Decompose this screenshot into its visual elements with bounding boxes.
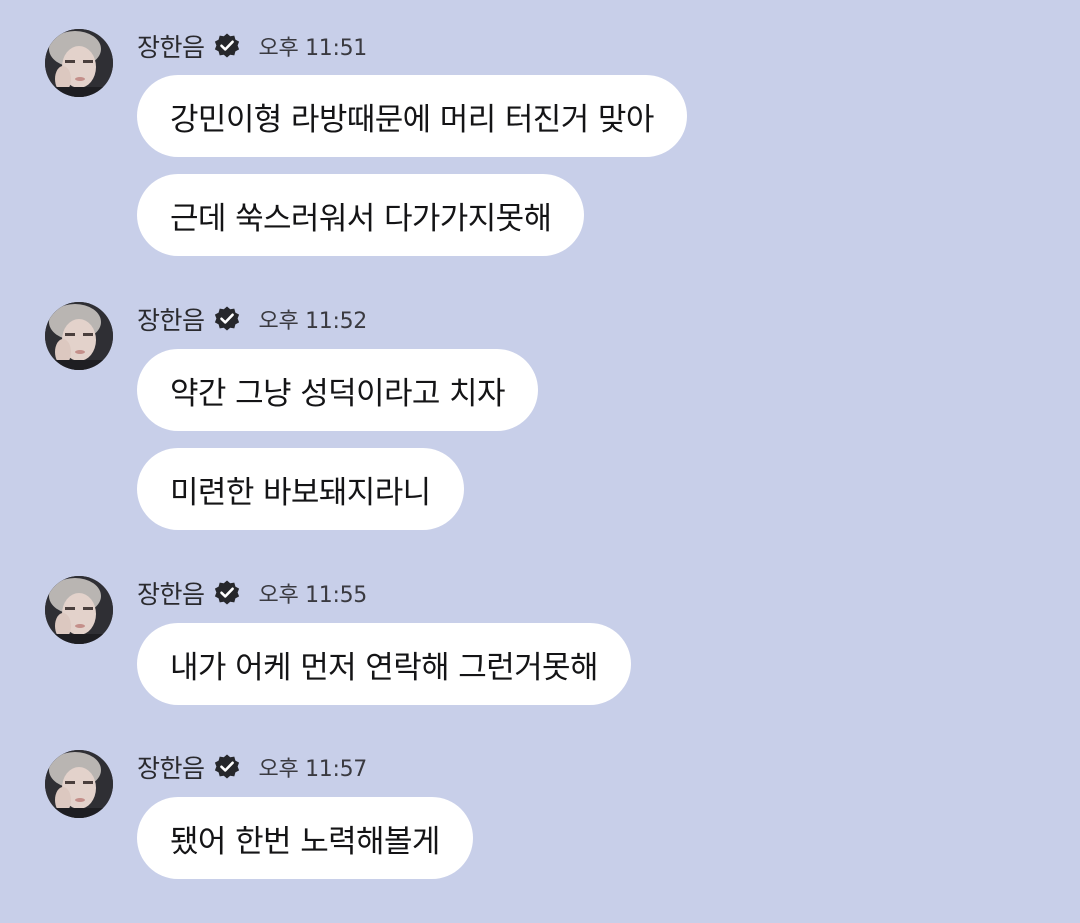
avatar[interactable] <box>45 576 113 644</box>
message-text: 미련한 바보돼지라니 <box>170 474 431 511</box>
message-bubble[interactable]: 됐어 한번 노력해볼게 <box>137 797 473 879</box>
verified-check-icon <box>213 305 241 333</box>
sender-name[interactable]: 장한음 <box>137 301 205 337</box>
message-bubble[interactable]: 근데 쑥스러워서 다가가지못해 <box>137 174 585 256</box>
timestamp: 오후 11:57 <box>258 757 368 782</box>
message-text: 내가 어케 먼저 연락해 그런거못해 <box>170 649 599 686</box>
message-bubble[interactable]: 강민이형 라방때문에 머리 터진거 맞아 <box>137 75 687 157</box>
sender-name[interactable]: 장한음 <box>137 575 205 611</box>
avatar[interactable] <box>45 302 113 370</box>
message-header: 장한음 오후 11:55 <box>137 573 367 613</box>
message-header: 장한음 오후 11:52 <box>137 299 367 339</box>
sender-name[interactable]: 장한음 <box>137 749 205 785</box>
message-bubble[interactable]: 약간 그냥 성덕이라고 치자 <box>137 349 538 431</box>
message-header: 장한음 오후 11:57 <box>137 747 367 787</box>
verified-check-icon <box>213 753 241 781</box>
message-bubble[interactable]: 내가 어케 먼저 연락해 그런거못해 <box>137 623 631 705</box>
message-text: 강민이형 라방때문에 머리 터진거 맞아 <box>170 101 654 138</box>
avatar[interactable] <box>45 29 113 97</box>
verified-check-icon <box>213 32 241 60</box>
verified-check-icon <box>213 579 241 607</box>
timestamp: 오후 11:55 <box>258 583 368 608</box>
sender-name[interactable]: 장한음 <box>137 28 205 64</box>
message-text: 됐어 한번 노력해볼게 <box>170 823 440 860</box>
message-header: 장한음 오후 11:51 <box>137 26 367 66</box>
avatar[interactable] <box>45 750 113 818</box>
message-bubble[interactable]: 미련한 바보돼지라니 <box>137 448 464 530</box>
timestamp: 오후 11:52 <box>258 309 368 334</box>
message-text: 약간 그냥 성덕이라고 치자 <box>170 375 505 412</box>
message-text: 근데 쑥스러워서 다가가지못해 <box>170 200 552 237</box>
timestamp: 오후 11:51 <box>258 36 368 61</box>
